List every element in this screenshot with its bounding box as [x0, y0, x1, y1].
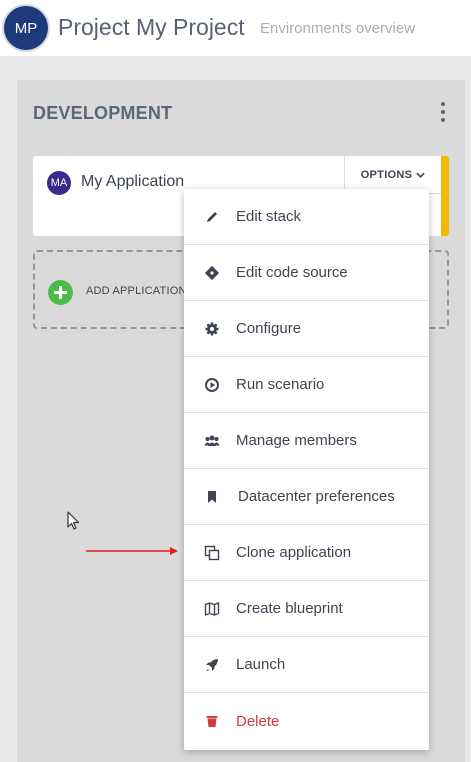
menu-item-label: Datacenter preferences [238, 488, 395, 505]
application-avatar: MA [47, 171, 71, 195]
top-bar: MP Project My Project Environments overv… [0, 0, 471, 56]
gear-icon [204, 321, 220, 337]
menu-item-edit-stack[interactable]: Edit stack [184, 189, 429, 245]
options-label: OPTIONS [360, 168, 413, 181]
options-dropdown-menu: Edit stack Edit code source Configure Ru… [184, 189, 429, 750]
mouse-cursor-icon [67, 511, 80, 530]
menu-item-clone-application[interactable]: Clone application [184, 525, 429, 581]
menu-item-label: Launch [236, 656, 286, 673]
menu-item-label: Edit stack [236, 208, 302, 225]
menu-item-launch[interactable]: Launch [184, 637, 429, 693]
project-avatar[interactable]: MP [4, 6, 48, 50]
menu-item-manage-members[interactable]: Manage members [184, 413, 429, 469]
pencil-icon [204, 209, 220, 225]
play-circle-icon [204, 377, 220, 393]
menu-item-delete[interactable]: Delete [184, 693, 429, 749]
page-subtitle: Environments overview [260, 20, 416, 37]
menu-item-configure[interactable]: Configure [184, 301, 429, 357]
git-icon [204, 265, 220, 281]
menu-item-run-scenario[interactable]: Run scenario [184, 357, 429, 413]
add-application-label: ADD APPLICATION [86, 285, 187, 297]
environment-title: DEVELOPMENT [33, 103, 173, 123]
menu-item-label: Clone application [236, 544, 352, 561]
chevron-down-icon [416, 172, 425, 178]
annotation-arrow-icon [86, 547, 178, 555]
clone-icon [204, 545, 220, 561]
users-icon [204, 433, 220, 449]
plus-circle-icon [48, 280, 73, 305]
bookmark-icon [204, 489, 220, 505]
trash-icon [204, 713, 220, 729]
rocket-icon [204, 657, 220, 673]
vertical-dots-icon[interactable] [439, 102, 447, 122]
menu-item-label: Delete [236, 712, 280, 730]
menu-item-create-blueprint[interactable]: Create blueprint [184, 581, 429, 637]
menu-item-label: Run scenario [236, 376, 325, 393]
map-icon [204, 601, 220, 617]
menu-item-label: Manage members [236, 432, 357, 449]
menu-item-label: Create blueprint [236, 600, 343, 617]
menu-item-datacenter-preferences[interactable]: Datacenter preferences [184, 469, 429, 525]
application-name[interactable]: My Application [81, 173, 184, 191]
menu-item-label: Edit code source [236, 264, 348, 281]
menu-item-label: Configure [236, 320, 302, 337]
menu-item-edit-code-source[interactable]: Edit code source [184, 245, 429, 301]
page-title: Project My Project [58, 14, 245, 40]
